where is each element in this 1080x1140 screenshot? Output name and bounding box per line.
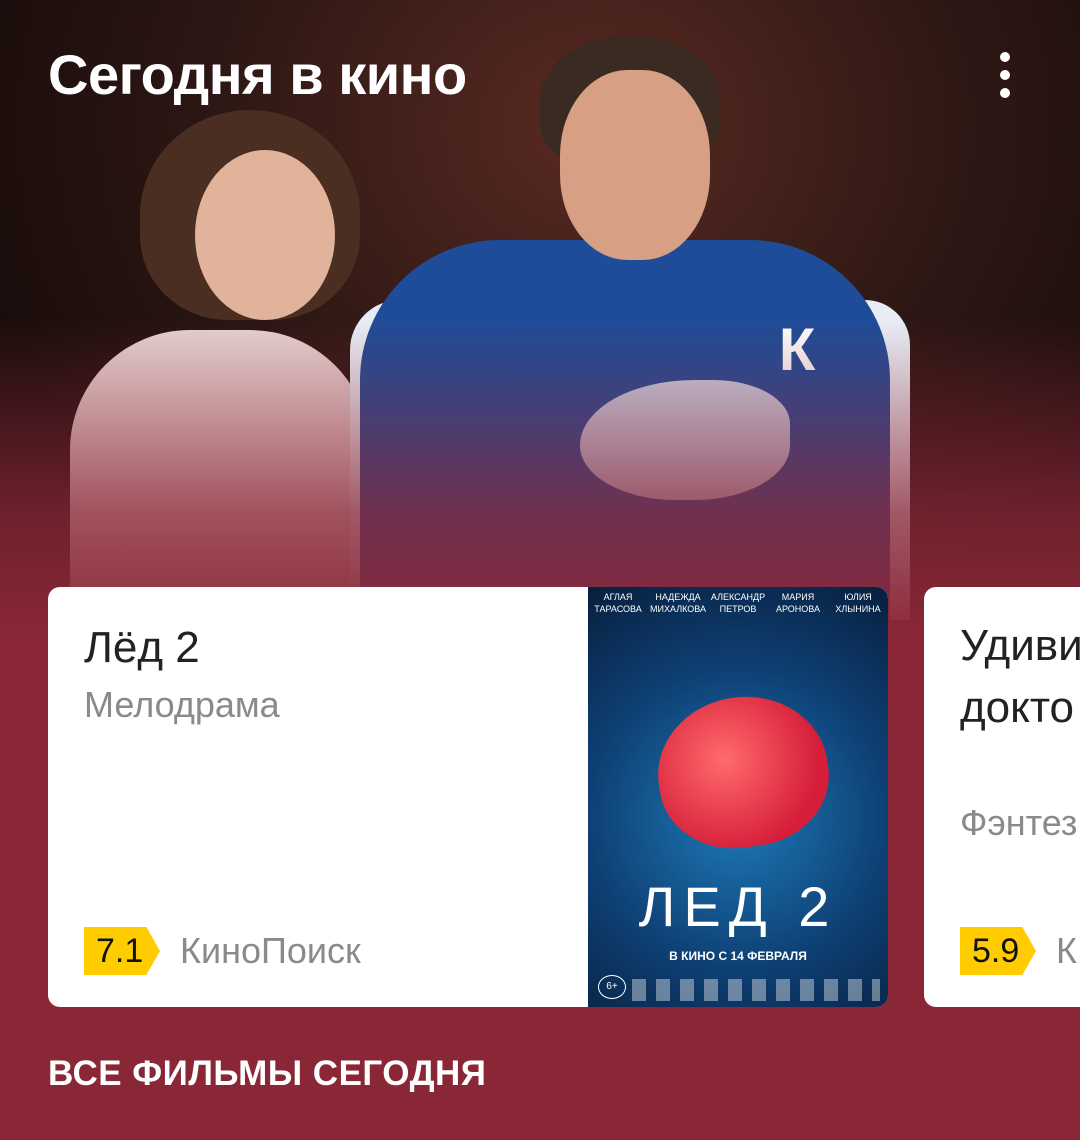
poster-cast-name: ЮЛИЯ ХЛЫНИНА xyxy=(835,592,881,614)
rating-source: КиноПоиск xyxy=(180,930,361,971)
poster-cast-name: АГЛАЯ ТАРАСОВА xyxy=(594,592,642,614)
movie-card[interactable]: Удиви путеш докто Фэнтез 5.9 К xyxy=(924,587,1080,1007)
movie-title: Удиви путеш докто xyxy=(960,621,1080,732)
rating-source: К xyxy=(1056,930,1077,971)
poster-heart xyxy=(648,685,838,859)
poster-cast: АГЛАЯ ТАРАСОВА НАДЕЖДА МИХАЛКОВА АЛЕКСАН… xyxy=(588,591,888,615)
movie-poster: АГЛАЯ ТАРАСОВА НАДЕЖДА МИХАЛКОВА АЛЕКСАН… xyxy=(588,587,888,1007)
all-movies-today-link[interactable]: ВСЕ ФИЛЬМЫ СЕГОДНЯ xyxy=(48,1050,486,1098)
cinema-widget: К Сегодня в кино Лёд 2 Мелодрама 7.1 Кин… xyxy=(0,0,1080,1140)
poster-release: В КИНО С 14 ФЕВРАЛЯ xyxy=(669,949,807,963)
more-dot-icon xyxy=(1000,88,1010,98)
rating-badge: 7.1 xyxy=(84,927,160,975)
more-dot-icon xyxy=(1000,70,1010,80)
poster-logos xyxy=(632,979,880,1001)
widget-title: Сегодня в кино xyxy=(48,43,467,106)
poster-cast-name: НАДЕЖДА МИХАЛКОВА xyxy=(650,592,706,614)
movie-genre: Мелодрама xyxy=(84,684,280,725)
more-dot-icon xyxy=(1000,52,1010,62)
movie-card[interactable]: Лёд 2 Мелодрама 7.1 КиноПоиск АГЛАЯ ТАРА… xyxy=(48,587,888,1007)
poster-cast-name: АЛЕКСАНДР ПЕТРОВ xyxy=(710,592,766,614)
movie-genre: Фэнтез xyxy=(960,802,1078,843)
poster-cast-name: МАРИЯ АРОНОВА xyxy=(775,592,820,614)
poster-age-rating: 6+ xyxy=(598,975,626,999)
rating-badge: 5.9 xyxy=(960,927,1036,975)
widget-header: Сегодня в кино xyxy=(48,40,1040,110)
poster-title: ЛЕД 2 xyxy=(638,875,838,938)
movie-title: Лёд 2 xyxy=(84,623,200,672)
hero-woman-face xyxy=(195,150,335,320)
more-menu-button[interactable] xyxy=(990,50,1020,100)
